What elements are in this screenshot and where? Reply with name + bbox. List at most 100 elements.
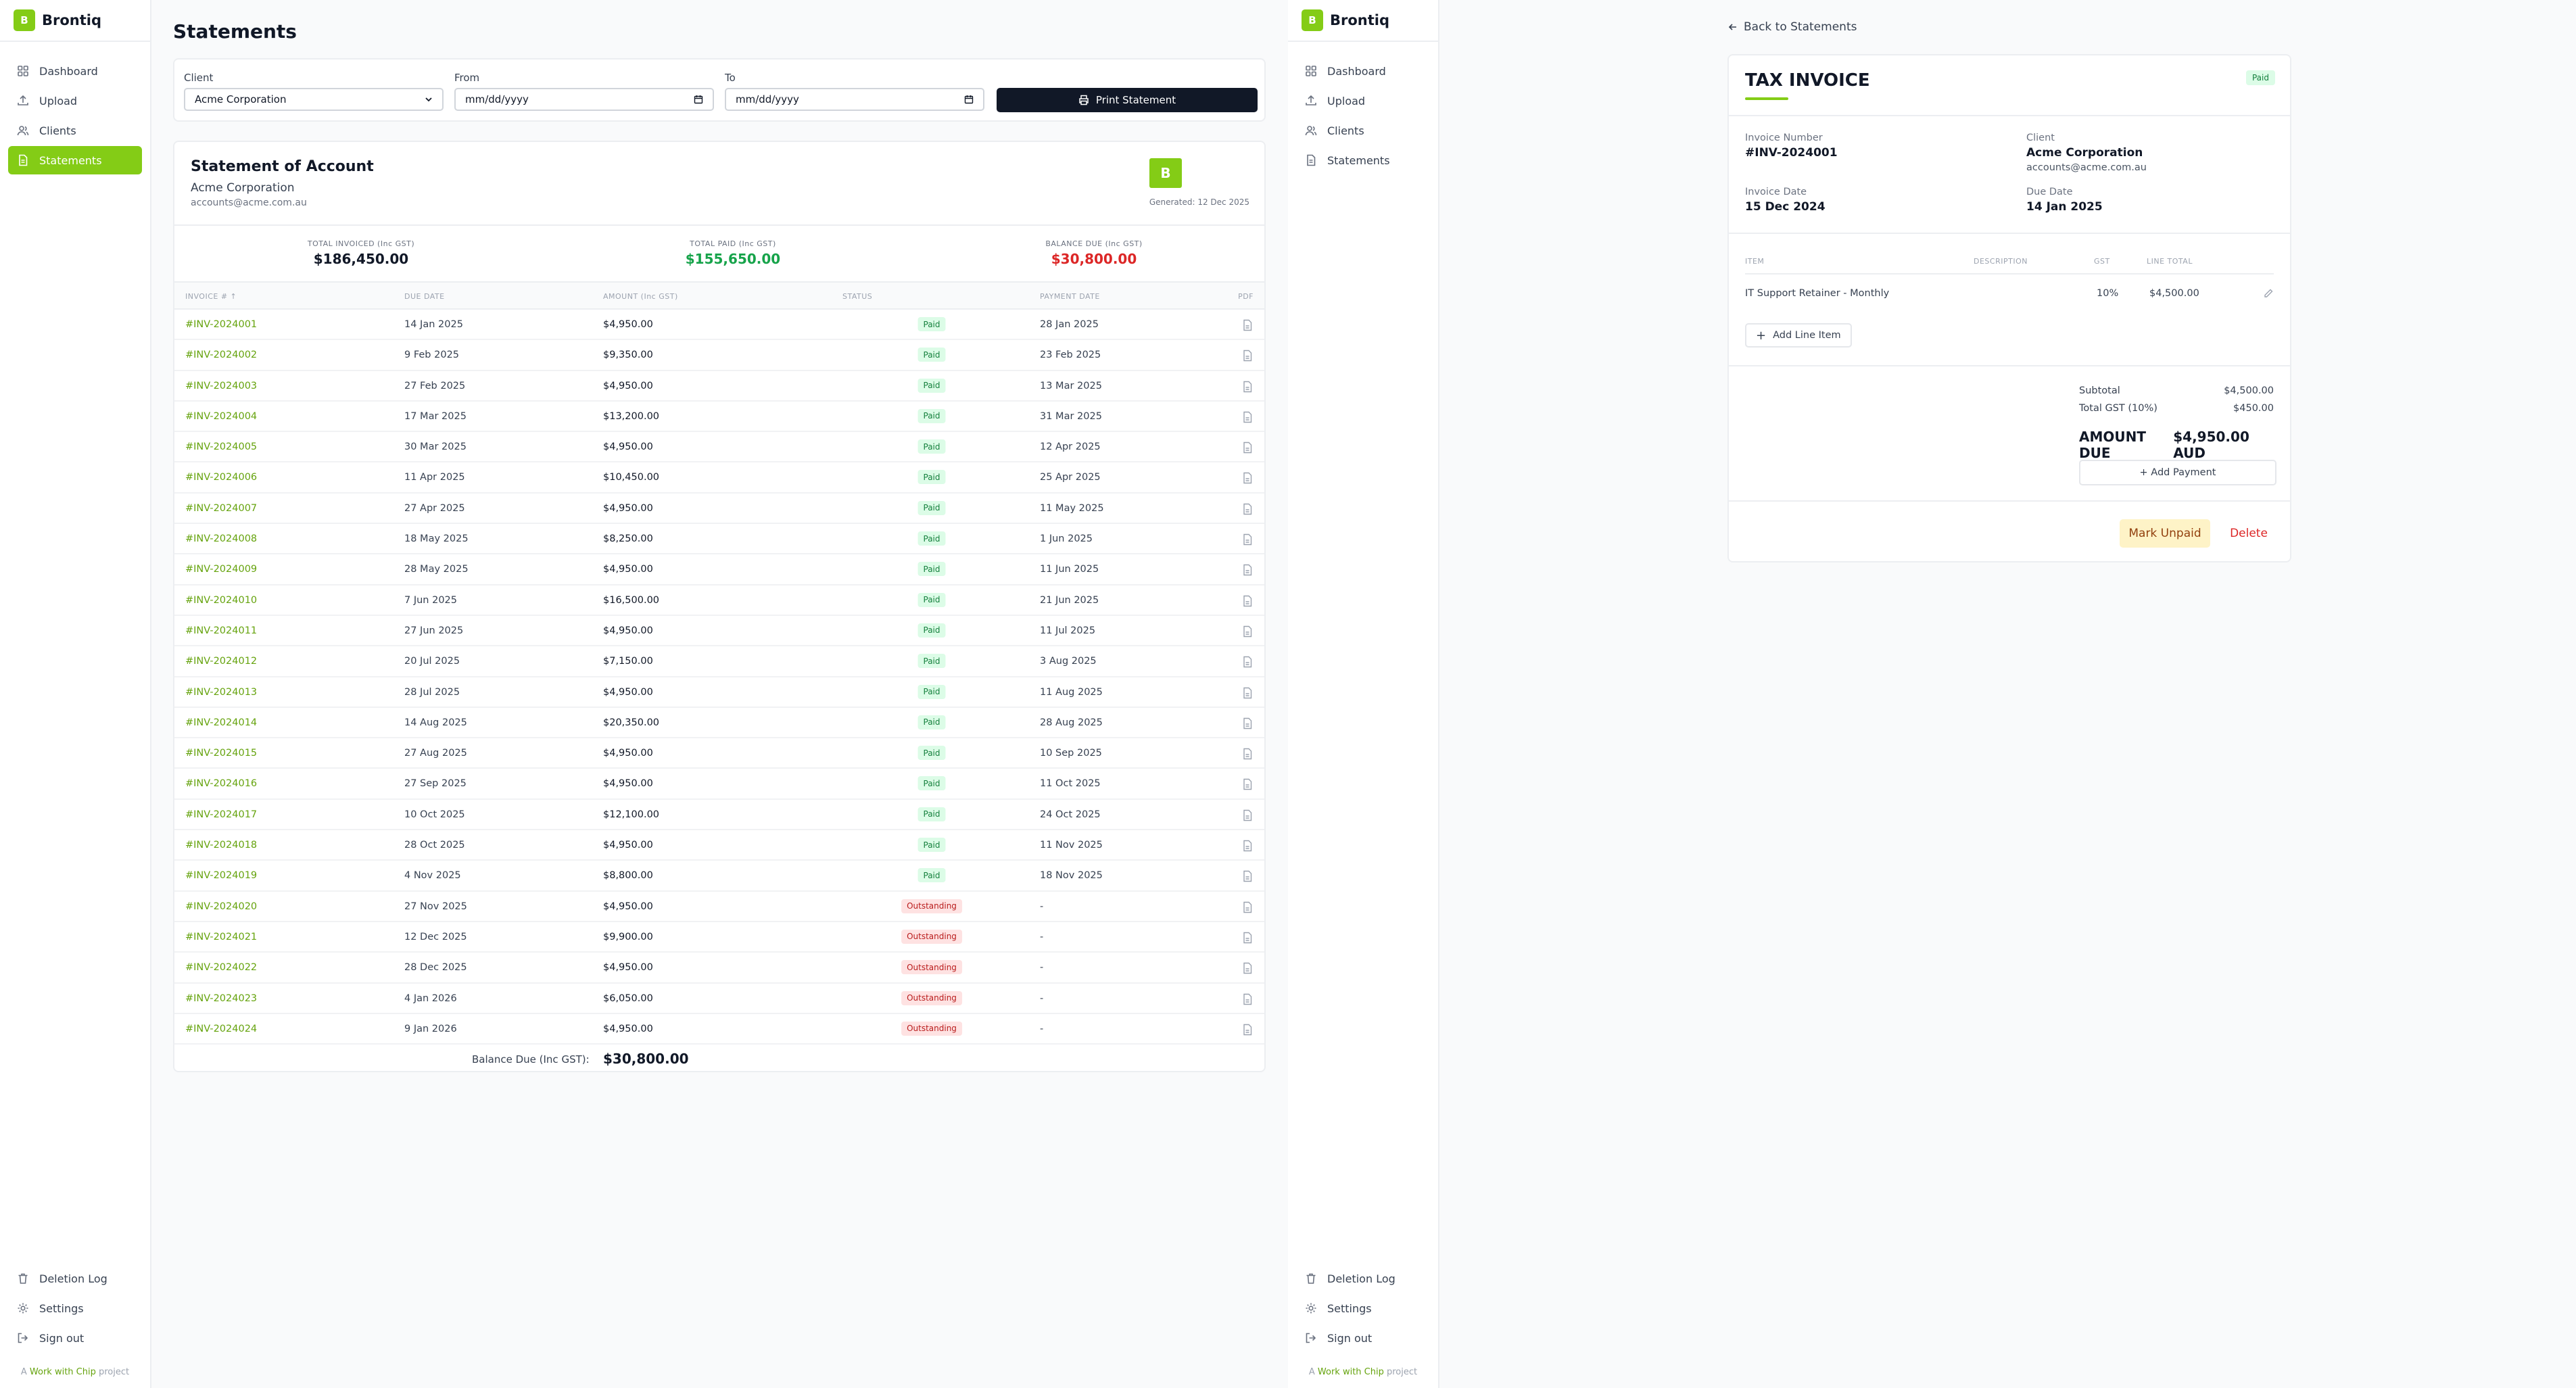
add-line-item-button[interactable]: + Add Line Item — [1745, 323, 1852, 348]
invoice-link[interactable]: #INV-2024002 — [185, 350, 257, 360]
sidebar-item-sign-out[interactable]: Sign out — [8, 1324, 142, 1352]
pdf-icon[interactable] — [1241, 777, 1254, 791]
amount-cell: $12,100.00 — [603, 809, 660, 820]
client-select[interactable]: Acme Corporation — [184, 88, 444, 111]
status-badge: Paid — [917, 868, 946, 883]
brand[interactable]: B Brontiq — [1288, 0, 1438, 42]
status-badge: Paid — [917, 439, 946, 454]
invoice-link[interactable]: #INV-2024019 — [185, 870, 257, 881]
invoice-number: #INV-2024001 — [1745, 146, 1838, 160]
invoice-link[interactable]: #INV-2024016 — [185, 778, 257, 789]
sidebar-item-deletion-log[interactable]: Deletion Log — [8, 1264, 142, 1293]
pdf-icon[interactable] — [1241, 533, 1254, 546]
invoice-link[interactable]: #INV-2024011 — [185, 625, 257, 636]
sidebar-item-dashboard[interactable]: Dashboard — [1296, 57, 1430, 85]
payment-date-cell: 18 Nov 2025 — [1040, 870, 1103, 882]
divider — [1729, 365, 2290, 366]
pdf-icon[interactable] — [1241, 931, 1254, 944]
sidebar-item-statements[interactable]: Statements — [8, 146, 142, 174]
pdf-icon[interactable] — [1241, 992, 1254, 1006]
back-to-statements-link[interactable]: Back to Statements — [1727, 20, 1857, 34]
column-header-invoice[interactable]: INVOICE # ↑ — [185, 292, 237, 301]
invoice-link[interactable]: #INV-2024022 — [185, 962, 257, 973]
invoice-link[interactable]: #INV-2024023 — [185, 993, 257, 1004]
invoice-link[interactable]: #INV-2024008 — [185, 533, 257, 544]
invoice-link[interactable]: #INV-2024024 — [185, 1024, 257, 1034]
pdf-icon[interactable] — [1241, 502, 1254, 516]
pdf-icon[interactable] — [1241, 961, 1254, 975]
from-date-input[interactable]: mm/dd/yyyy — [454, 88, 714, 111]
calendar-icon[interactable] — [694, 95, 703, 104]
sidebar-footer: A Work with Chip project — [1308, 1367, 1418, 1377]
delete-button[interactable]: Delete — [2218, 519, 2279, 548]
brand-logo: B — [1302, 9, 1323, 31]
pdf-icon[interactable] — [1241, 655, 1254, 669]
invoice-date-label: Invoice Date — [1745, 187, 1807, 197]
pdf-icon[interactable] — [1241, 594, 1254, 608]
invoice-table-body: #INV-2024001 14 Jan 2025 $4,950.00 Paid 28 J… — [174, 310, 1264, 1045]
invoice-link[interactable]: #INV-2024018 — [185, 840, 257, 851]
amount-cell: $4,950.00 — [603, 686, 653, 698]
sidebar-item-clients[interactable]: Clients — [8, 116, 142, 145]
payment-date-cell: 11 Jul 2025 — [1040, 625, 1096, 636]
sidebar-item-clients[interactable]: Clients — [1296, 116, 1430, 145]
pdf-icon[interactable] — [1241, 441, 1254, 454]
invoice-link[interactable]: #INV-2024007 — [185, 503, 257, 514]
invoice-link[interactable]: #INV-2024015 — [185, 748, 257, 759]
sidebar: B Brontiq Dashboard Upload Clients State… — [0, 0, 151, 1388]
sidebar-item-sign-out[interactable]: Sign out — [1296, 1324, 1430, 1352]
sidebar-item-upload[interactable]: Upload — [1296, 87, 1430, 115]
pdf-icon[interactable] — [1241, 747, 1254, 761]
footer-link[interactable]: Work with Chip — [1318, 1367, 1384, 1377]
gear-icon — [1304, 1301, 1318, 1315]
pdf-icon[interactable] — [1241, 380, 1254, 393]
invoice-link[interactable]: #INV-2024020 — [185, 901, 257, 912]
to-date-input[interactable]: mm/dd/yyyy — [725, 88, 984, 111]
print-statement-button[interactable]: Print Statement — [997, 88, 1258, 112]
line-item-total: $4,500.00 — [2149, 288, 2199, 299]
calendar-icon[interactable] — [964, 95, 974, 104]
add-payment-button[interactable]: + Add Payment — [2079, 460, 2276, 485]
pdf-icon[interactable] — [1241, 839, 1254, 853]
footer-link[interactable]: Work with Chip — [30, 1367, 96, 1377]
sidebar-item-statements[interactable]: Statements — [1296, 146, 1430, 174]
invoice-link[interactable]: #INV-2024013 — [185, 687, 257, 698]
invoice-link[interactable]: #INV-2024006 — [185, 472, 257, 483]
invoice-link[interactable]: #INV-2024005 — [185, 441, 257, 452]
pdf-icon[interactable] — [1241, 471, 1254, 485]
sidebar-item-upload[interactable]: Upload — [8, 87, 142, 115]
invoice-link[interactable]: #INV-2024001 — [185, 319, 257, 330]
sidebar-item-dashboard[interactable]: Dashboard — [8, 57, 142, 85]
invoice-link[interactable]: #INV-2024017 — [185, 809, 257, 820]
column-header-amount: AMOUNT (Inc GST) — [603, 292, 678, 301]
pencil-icon[interactable] — [2263, 288, 2274, 299]
invoice-link[interactable]: #INV-2024010 — [185, 595, 257, 606]
pdf-icon[interactable] — [1241, 563, 1254, 577]
pdf-icon[interactable] — [1241, 318, 1254, 332]
invoice-link[interactable]: #INV-2024004 — [185, 411, 257, 422]
pdf-icon[interactable] — [1241, 717, 1254, 730]
amount-due-value: $4,950.00 AUD — [2173, 429, 2249, 461]
pdf-icon[interactable] — [1241, 686, 1254, 700]
sidebar-item-settings[interactable]: Settings — [8, 1294, 142, 1322]
sidebar-item-deletion-log[interactable]: Deletion Log — [1296, 1264, 1430, 1293]
pdf-icon[interactable] — [1241, 1023, 1254, 1036]
invoice-link[interactable]: #INV-2024003 — [185, 381, 257, 391]
table-row: #INV-2024003 27 Feb 2025 $4,950.00 Paid 13 M… — [174, 371, 1264, 402]
pdf-icon[interactable] — [1241, 901, 1254, 914]
sidebar-item-settings[interactable]: Settings — [1296, 1294, 1430, 1322]
invoice-link[interactable]: #INV-2024021 — [185, 932, 257, 942]
mark-unpaid-button[interactable]: Mark Unpaid — [2120, 519, 2210, 548]
sidebar-nav: Dashboard Upload Clients Statements — [1288, 42, 1438, 174]
pdf-icon[interactable] — [1241, 410, 1254, 424]
due-date: 14 Jan 2025 — [2026, 200, 2103, 214]
invoice-link[interactable]: #INV-2024014 — [185, 717, 257, 728]
pdf-icon[interactable] — [1241, 349, 1254, 362]
pdf-icon[interactable] — [1241, 625, 1254, 638]
invoice-link[interactable]: #INV-2024012 — [185, 656, 257, 667]
invoice-link[interactable]: #INV-2024009 — [185, 564, 257, 575]
status-badge: Outstanding — [901, 929, 962, 944]
pdf-icon[interactable] — [1241, 809, 1254, 822]
brand[interactable]: B Brontiq — [0, 0, 150, 42]
pdf-icon[interactable] — [1241, 869, 1254, 883]
